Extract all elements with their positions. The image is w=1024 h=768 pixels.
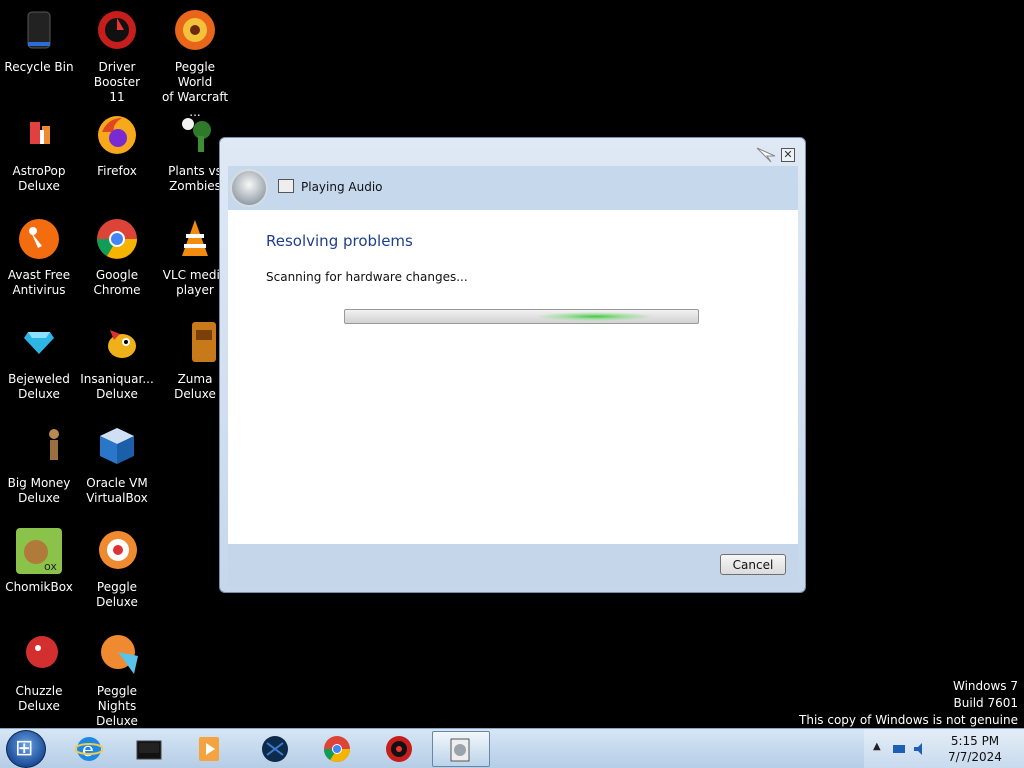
desktop-icon-label: ChomikBox [5, 580, 73, 594]
desktop-icon-label: Google Chrome [93, 268, 141, 297]
chomikbox-icon: ox [16, 528, 62, 574]
peggle-deluxe-icon [94, 528, 140, 574]
chrome-icon [94, 216, 140, 262]
volume-icon[interactable] [912, 741, 926, 755]
desktop-icon-label: Driver Booster 11 [93, 60, 141, 104]
avast-icon [16, 216, 62, 262]
taskbar-driver-booster[interactable] [372, 731, 426, 767]
desktop-icon-label: Recycle Bin [4, 60, 74, 74]
system-clock[interactable]: 5:15 PM 7/7/2024 [940, 733, 1010, 765]
internet-explorer-icon: e [74, 735, 104, 763]
driver-booster-icon [385, 735, 413, 763]
clock-time: 5:15 PM [950, 734, 1000, 748]
watermark-line-2: Build 7601 [953, 696, 1018, 710]
desktop-icon-insaniquarium[interactable]: Insaniquar... Deluxe [78, 320, 156, 402]
desktop-icon-label: Big Money Deluxe [7, 476, 71, 505]
plants-vs-zombies-icon [172, 112, 218, 158]
taskbar-media-center[interactable] [122, 731, 176, 767]
desktop-icon-label: Firefox [97, 164, 137, 178]
taskbar-media-player[interactable] [182, 731, 236, 767]
chrome-icon [323, 735, 351, 763]
dialog-footer: Cancel [228, 544, 798, 586]
bejeweled-icon [16, 320, 62, 366]
driver-booster-icon [94, 8, 140, 54]
watermark-line-1: Windows 7 [952, 679, 1018, 693]
desktop-icon-virtualbox[interactable]: Oracle VM VirtualBox [78, 424, 156, 506]
astropop-icon [16, 112, 62, 158]
desktop-icon-label: Bejeweled Deluxe [8, 372, 70, 401]
desktop-icon-recycle-bin[interactable]: Recycle Bin [0, 8, 78, 75]
desktop-icon-label: Peggle Deluxe [96, 580, 138, 609]
desktop-icon-label: Chuzzle Deluxe [15, 684, 63, 713]
progress-bar [344, 309, 699, 324]
peggle-nights-icon [94, 632, 140, 678]
svg-text:ox: ox [44, 560, 57, 573]
zuma-icon [172, 320, 218, 366]
taskbar-chrome[interactable] [310, 731, 364, 767]
firefox-icon [94, 112, 140, 158]
troubleshooter-icon [278, 179, 294, 193]
desktop-icon-bejeweled[interactable]: Bejeweled Deluxe [0, 320, 78, 402]
windows-media-center-icon [135, 735, 163, 763]
desktop-icon-firefox[interactable]: Firefox [78, 112, 156, 179]
taskbar-troubleshooter[interactable] [432, 731, 490, 767]
desktop-icon-label: Insaniquar... Deluxe [80, 372, 154, 401]
desktop-icon-chrome[interactable]: Google Chrome [78, 216, 156, 298]
dialog-header: Playing Audio [228, 166, 798, 210]
clock-date: 7/7/2024 [948, 750, 1002, 764]
back-button[interactable] [230, 169, 268, 207]
insaniquarium-icon [94, 320, 140, 366]
desktop-icon-label: AstroPop Deluxe [12, 164, 66, 193]
taskbar: e ▲ [0, 728, 1024, 768]
close-button[interactable]: ✕ [781, 148, 795, 162]
desktop-icon-driver-booster[interactable]: Driver Booster 11 [78, 8, 156, 105]
window-wing-icon [755, 146, 777, 164]
desktop-icon-label: Oracle VM VirtualBox [86, 476, 148, 505]
peggle-wow-icon [172, 8, 218, 54]
windows-watermark: Windows 7 Build 7601 This copy of Window… [799, 678, 1018, 729]
dark-app-icon [261, 735, 289, 763]
dialog-body: Resolving problems Scanning for hardware… [228, 210, 798, 544]
virtualbox-icon [94, 424, 140, 470]
cancel-button[interactable]: Cancel [720, 554, 786, 575]
troubleshooter-dialog: ✕ Playing Audio Resolving problems Scann… [219, 137, 806, 593]
resolving-heading: Resolving problems [266, 232, 413, 250]
desktop-icon-label: Peggle World of Warcraft ... [161, 60, 229, 119]
show-hidden-icons-button[interactable]: ▲ [873, 741, 881, 752]
progress-marquee [535, 312, 655, 321]
network-icon[interactable] [892, 741, 906, 755]
chuzzle-icon [16, 632, 62, 678]
desktop-icon-peggle-wow[interactable]: Peggle World of Warcraft ... [156, 8, 234, 120]
svg-text:e: e [82, 737, 94, 761]
status-text: Scanning for hardware changes... [266, 270, 468, 284]
big-money-icon [16, 424, 62, 470]
desktop-icon-big-money[interactable]: Big Money Deluxe [0, 424, 78, 506]
recycle-bin-icon [16, 8, 62, 54]
troubleshooter-icon [446, 736, 474, 764]
dialog-title: Playing Audio [301, 180, 383, 194]
desktop-icon-label: Peggle Nights Deluxe [96, 684, 138, 728]
desktop-icon-peggle-nights[interactable]: Peggle Nights Deluxe [78, 632, 156, 729]
desktop-icon-chuzzle[interactable]: Chuzzle Deluxe [0, 632, 78, 714]
watermark-line-3: This copy of Windows is not genuine [799, 713, 1018, 727]
desktop-icon-avast[interactable]: Avast Free Antivirus [0, 216, 78, 298]
taskbar-internet-explorer[interactable]: e [62, 731, 116, 767]
desktop-icon-peggle-deluxe[interactable]: Peggle Deluxe [78, 528, 156, 610]
system-tray: ▲ 5:15 PM 7/7/2024 [864, 729, 1024, 768]
media-player-icon [195, 735, 223, 763]
desktop-icon-astropop[interactable]: AstroPop Deluxe [0, 112, 78, 194]
desktop-icon-label: Avast Free Antivirus [7, 268, 71, 297]
desktop-icon-chomikbox[interactable]: ox ChomikBox [0, 528, 78, 595]
start-button[interactable] [6, 730, 46, 768]
taskbar-dark-app[interactable] [248, 731, 302, 767]
vlc-icon [172, 216, 218, 262]
